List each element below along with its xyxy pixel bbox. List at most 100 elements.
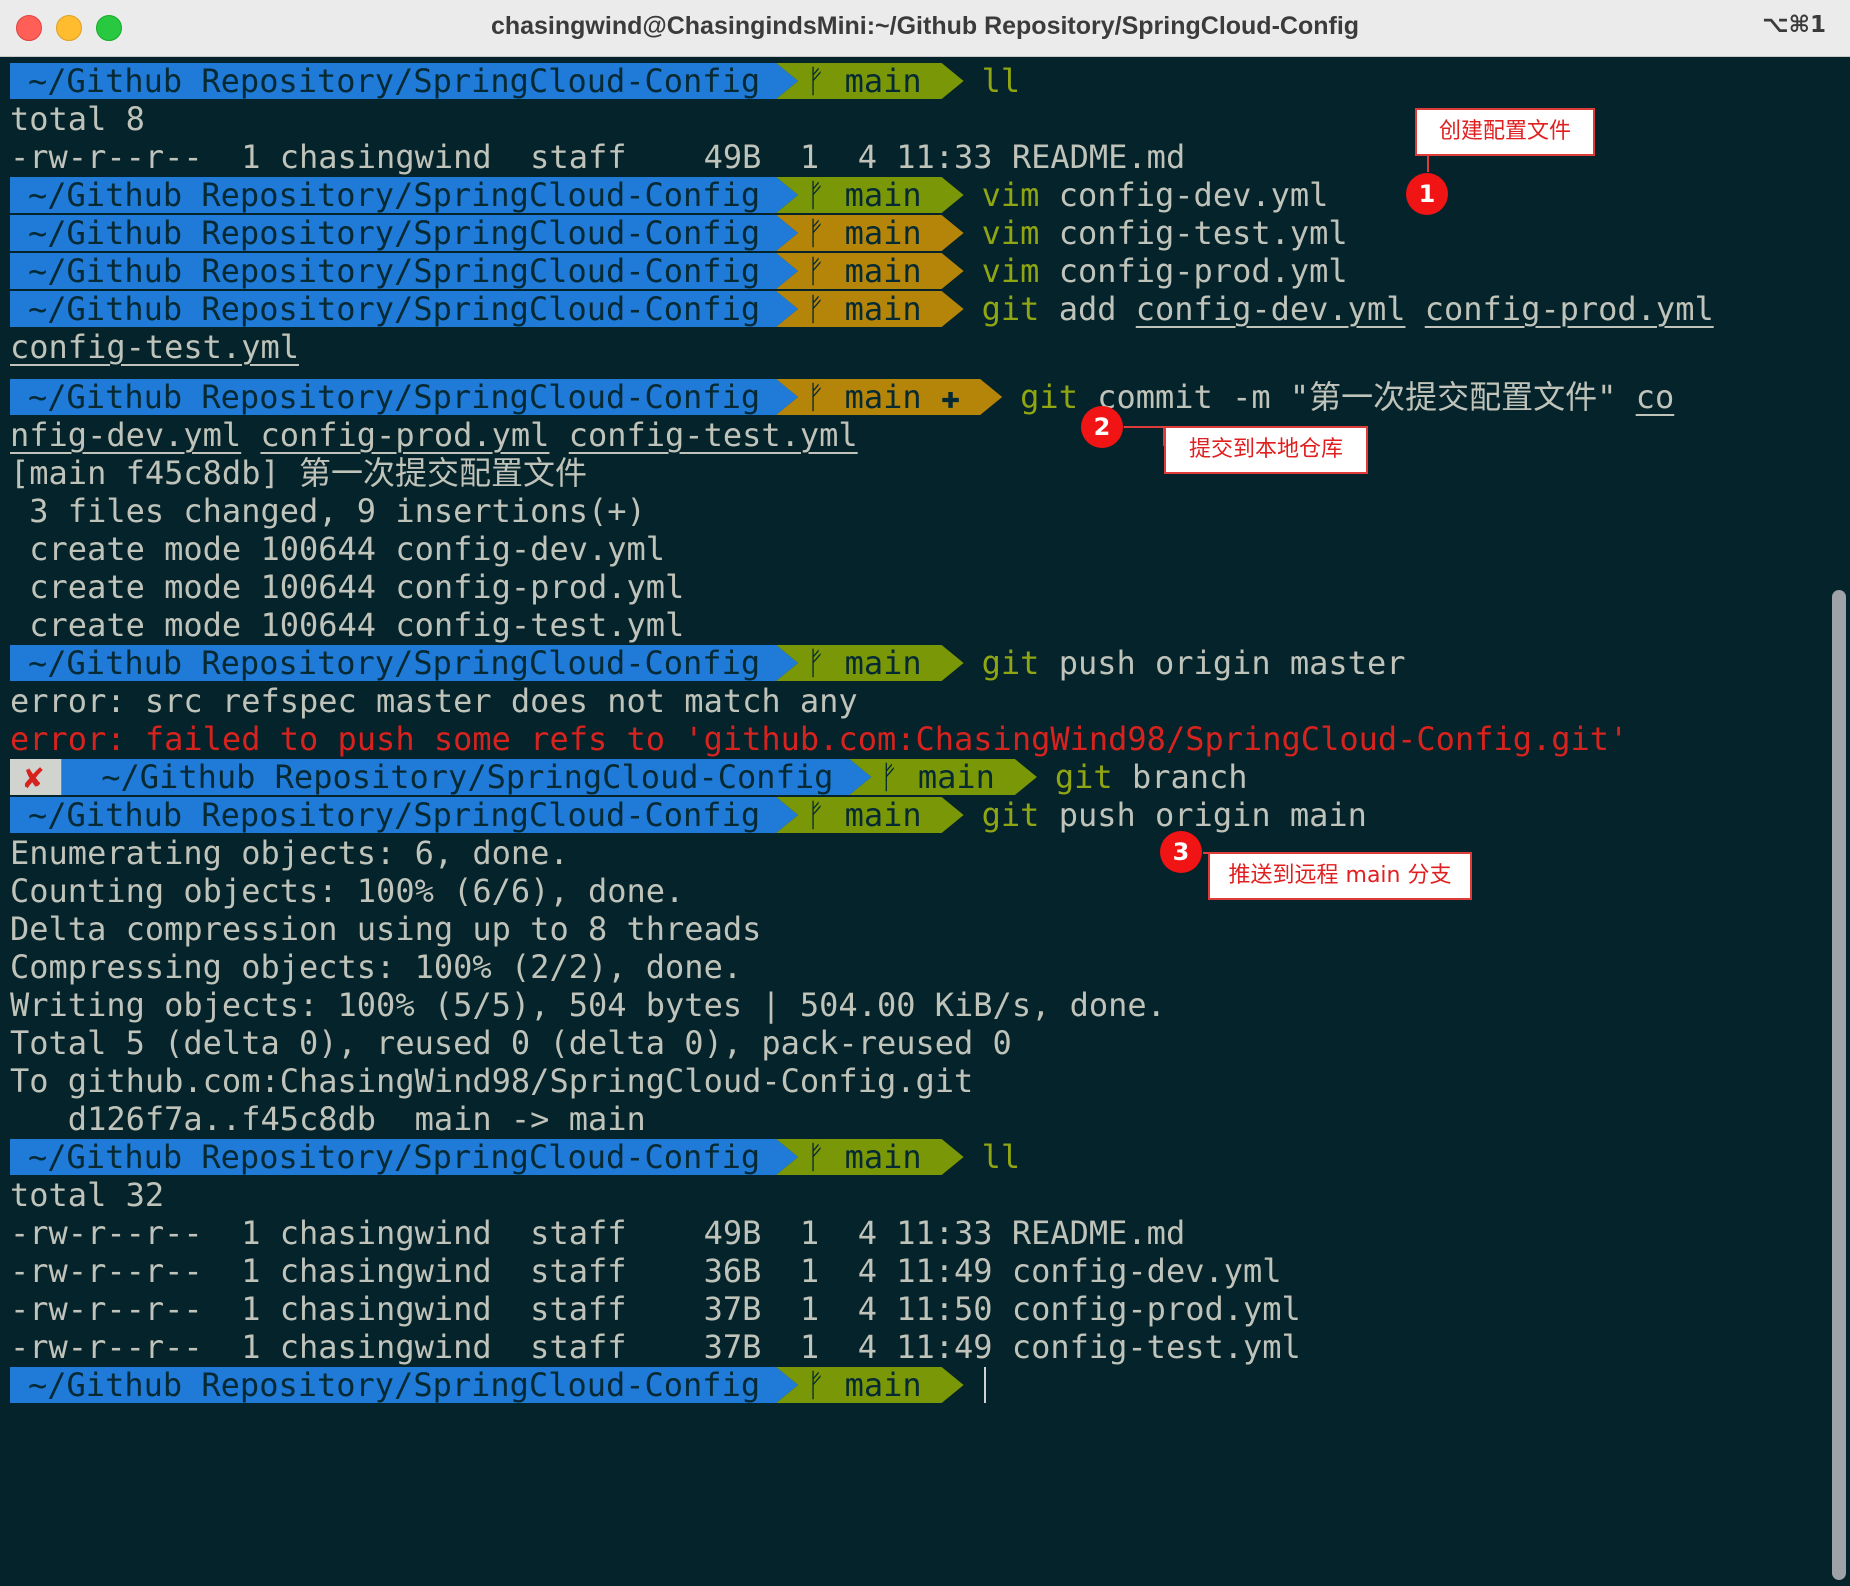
vertical-scrollbar[interactable]: [1832, 590, 1846, 1580]
command-args: push origin master: [1039, 644, 1406, 682]
prompt-branch-clean: ᚠ main: [776, 1367, 964, 1403]
prompt-branch-name: main: [844, 252, 922, 290]
prompt-branch-clean: ᚠ main: [776, 645, 964, 681]
output-line: Writing objects: 100% (5/5), 504 bytes |…: [10, 986, 1166, 1024]
prompt-line-current[interactable]: ~/Github Repository/SpringCloud-Config ᚠ…: [10, 1366, 1820, 1404]
file-argument: co: [1635, 378, 1675, 416]
command-name: ll: [981, 1138, 1021, 1176]
prompt-line: ~/Github Repository/SpringCloud-Config ᚠ…: [10, 644, 1820, 682]
file-argument: config-prod.yml: [1424, 290, 1714, 328]
prompt-path: ~/Github Repository/SpringCloud-Config: [10, 177, 798, 213]
output-line: -rw-r--r-- 1 chasingwind staff 36B 1 4 1…: [10, 1252, 1282, 1290]
terminal-window: chasingwind@ChasingindsMini:~/Github Rep…: [0, 0, 1850, 1586]
prompt-branch-dirty: ᚠ main: [776, 253, 964, 289]
command-name: git: [1020, 378, 1078, 416]
prompt-line-error: ✘ ~/Github Repository/SpringCloud-Config…: [10, 758, 1820, 796]
file-argument: nfig-dev.yml: [10, 416, 242, 454]
file-argument: config-test.yml: [568, 416, 858, 454]
file-argument: config-test.yml: [10, 328, 299, 366]
terminal-output[interactable]: ~/Github Repository/SpringCloud-Config ᚠ…: [10, 62, 1820, 1404]
annotation-badge-3: 3: [1160, 831, 1202, 873]
command-name: git: [981, 644, 1040, 682]
wrapped-line: nfig-dev.yml config-prod.yml config-test…: [10, 416, 1820, 454]
prompt-branch-name: main: [844, 644, 922, 682]
file-argument: config-prod.yml: [260, 416, 550, 454]
title-bar[interactable]: chasingwind@ChasingindsMini:~/Github Rep…: [0, 0, 1850, 57]
prompt-path: ~/Github Repository/SpringCloud-Config: [10, 797, 798, 833]
prompt-line: ~/Github Repository/SpringCloud-Config ᚠ…: [10, 378, 1820, 416]
prompt-path: ~/Github Repository/SpringCloud-Config: [10, 215, 798, 251]
command-name: ll: [981, 62, 1021, 100]
command-args: config-prod.yml: [1039, 252, 1348, 290]
command-args: commit -m "第一次提交配置文件": [1077, 378, 1636, 416]
prompt-line: ~/Github Repository/SpringCloud-Config ᚠ…: [10, 176, 1820, 214]
prompt-branch-name: main: [844, 214, 922, 252]
prompt-path: ~/Github Repository/SpringCloud-Config: [10, 291, 798, 327]
prompt-branch-dirty: ᚠ main: [776, 215, 964, 251]
output-line: error: src refspec master does not match…: [10, 682, 858, 720]
prompt-branch-name: main: [844, 176, 922, 214]
prompt-branch-clean: ᚠ main: [776, 177, 964, 213]
annotation-leader-line: [1124, 426, 1164, 428]
git-branch-icon: ᚠ: [806, 1138, 826, 1176]
prompt-branch-name: main: [844, 378, 922, 416]
prompt-line: ~/Github Repository/SpringCloud-Config ᚠ…: [10, 214, 1820, 252]
output-line: Total 5 (delta 0), reused 0 (delta 0), p…: [10, 1024, 1012, 1062]
command-name: git: [1054, 758, 1113, 796]
text-cursor[interactable]: [983, 1367, 986, 1403]
prompt-branch-name: main: [844, 1138, 922, 1176]
output-line: Counting objects: 100% (6/6), done.: [10, 872, 685, 910]
error-line: error: failed to push some refs to 'gith…: [10, 720, 1629, 758]
prompt-line: ~/Github Repository/SpringCloud-Config ᚠ…: [10, 796, 1820, 834]
annotation-leader-line: [1427, 154, 1429, 172]
prompt-branch-dirty: ᚠ main ✚: [776, 379, 1002, 415]
prompt-branch-clean: ᚠ main: [776, 63, 964, 99]
prompt-branch-clean: ᚠ main: [849, 759, 1037, 795]
git-branch-icon: ᚠ: [806, 252, 826, 290]
output-line: 3 files changed, 9 insertions(+): [10, 492, 646, 530]
annotation-label-commit-local: 提交到本地仓库: [1164, 426, 1368, 474]
wrapped-line: config-test.yml: [10, 328, 1820, 366]
output-line: [main f45c8db] 第一次提交配置文件: [10, 454, 587, 492]
staged-changes-icon: ✚: [940, 378, 961, 416]
output-line: create mode 100644 config-dev.yml: [10, 530, 666, 568]
command-name: vim: [981, 176, 1040, 214]
command-name: git: [981, 290, 1040, 328]
output-line: -rw-r--r-- 1 chasingwind staff 37B 1 4 1…: [10, 1290, 1301, 1328]
output-line: total 32: [10, 1176, 165, 1214]
command-name: vim: [981, 214, 1040, 252]
output-line: Compressing objects: 100% (2/2), done.: [10, 948, 743, 986]
prompt-path: ~/Github Repository/SpringCloud-Config: [10, 63, 798, 99]
prompt-branch-name: main: [844, 1366, 922, 1404]
file-argument: config-dev.yml: [1135, 290, 1406, 328]
output-line: -rw-r--r-- 1 chasingwind staff 49B 1 4 1…: [10, 1214, 1186, 1252]
prompt-branch-name: main: [917, 758, 995, 796]
prompt-branch-name: main: [844, 796, 922, 834]
command-args: branch: [1112, 758, 1248, 796]
command-args: config-test.yml: [1039, 214, 1348, 252]
output-line: -rw-r--r-- 1 chasingwind staff 37B 1 4 1…: [10, 1328, 1301, 1366]
output-line: To github.com:ChasingWind98/SpringCloud-…: [10, 1062, 974, 1100]
prompt-path: ~/Github Repository/SpringCloud-Config: [10, 1367, 798, 1403]
output-line: Delta compression using up to 8 threads: [10, 910, 762, 948]
annotation-badge-2: 2: [1081, 406, 1123, 448]
annotation-badge-1: 1: [1406, 173, 1448, 215]
git-branch-icon: ᚠ: [806, 290, 826, 328]
output-line: d126f7a..f45c8db main -> main: [10, 1100, 646, 1138]
git-branch-icon: ᚠ: [806, 378, 826, 416]
prompt-path: ~/Github Repository/SpringCloud-Config: [10, 253, 798, 289]
annotation-label-create-config: 创建配置文件: [1415, 108, 1595, 156]
command-name: git: [981, 796, 1040, 834]
output-line: create mode 100644 config-test.yml: [10, 606, 685, 644]
prompt-line: ~/Github Repository/SpringCloud-Config ᚠ…: [10, 1138, 1820, 1176]
prompt-line: ~/Github Repository/SpringCloud-Config ᚠ…: [10, 252, 1820, 290]
prompt-line: ~/Github Repository/SpringCloud-Config ᚠ…: [10, 290, 1820, 328]
annotation-label-push-remote: 推送到远程 main 分支: [1208, 852, 1472, 900]
git-branch-icon: ᚠ: [806, 644, 826, 682]
prompt-branch-name: main: [844, 290, 922, 328]
prompt-path: ~/Github Repository/SpringCloud-Config: [10, 379, 798, 415]
command-name: vim: [981, 252, 1040, 290]
output-line: create mode 100644 config-prod.yml: [10, 568, 685, 606]
output-line: Enumerating objects: 6, done.: [10, 834, 569, 872]
git-branch-icon: ᚠ: [806, 1366, 826, 1404]
